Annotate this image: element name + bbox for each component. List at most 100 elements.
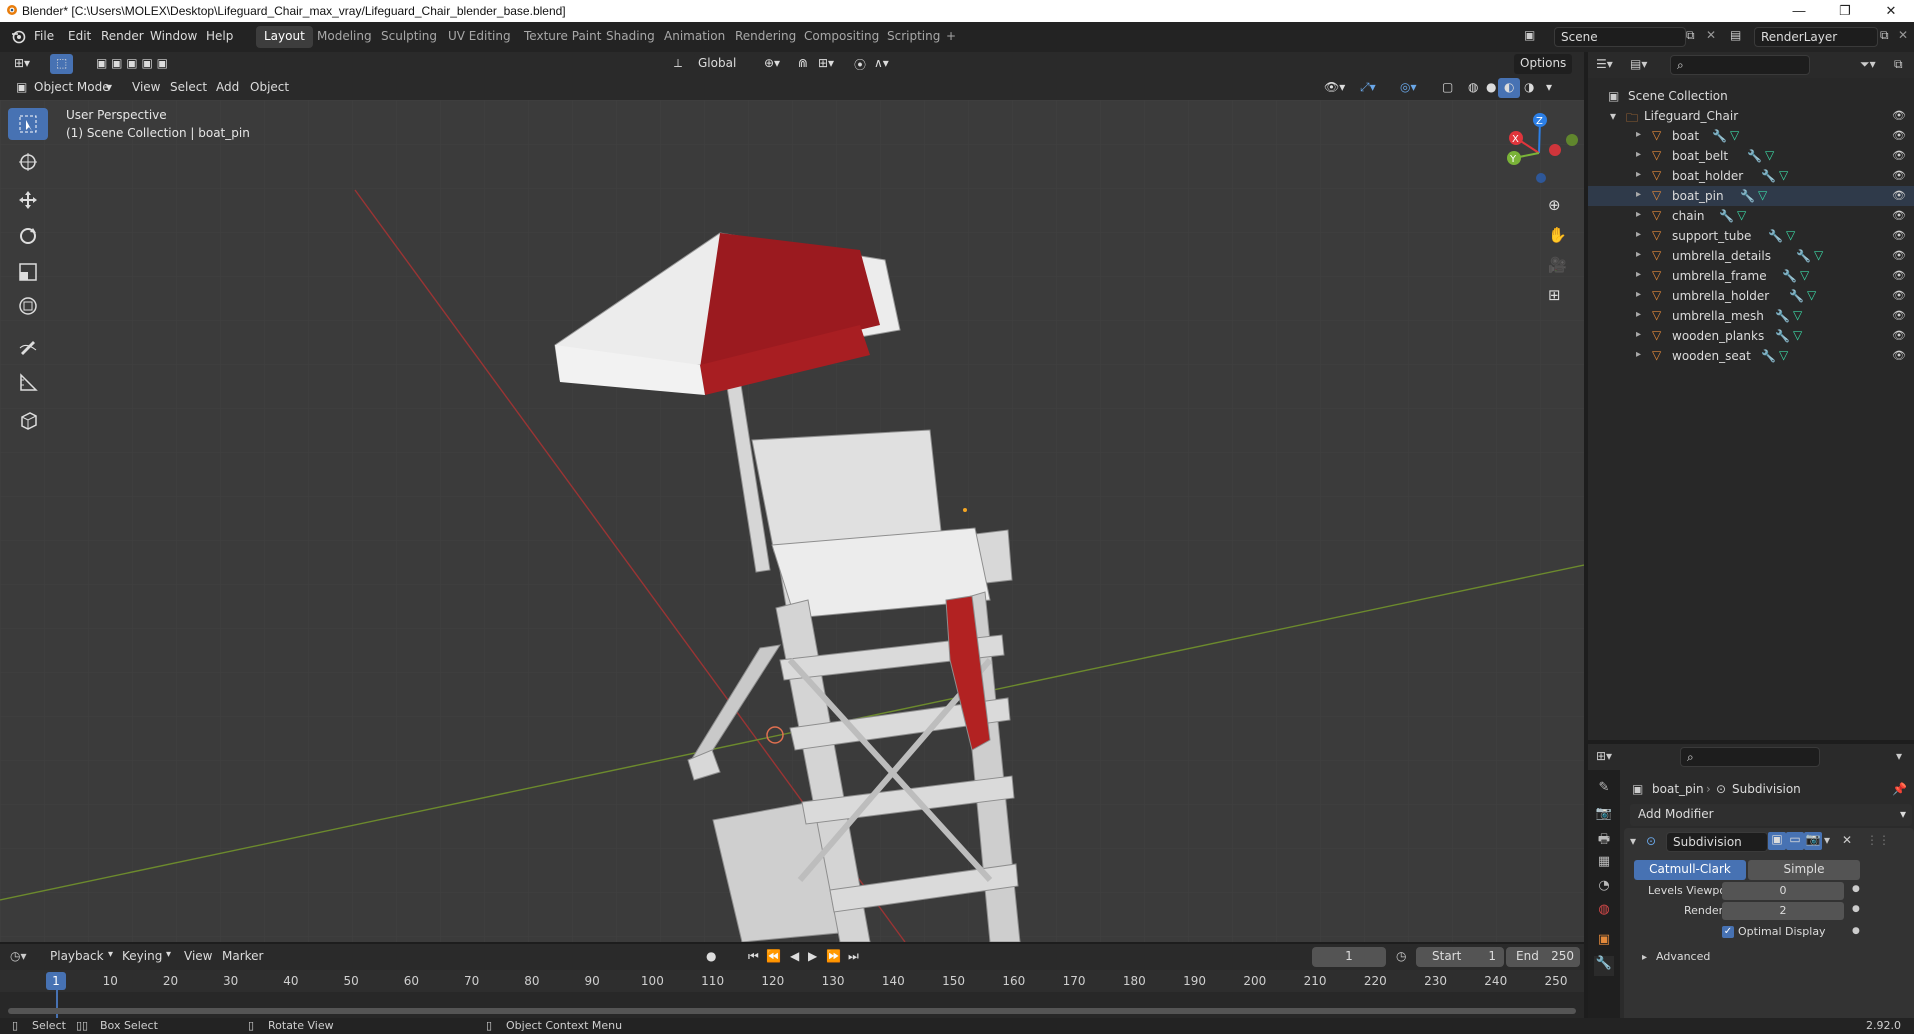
properties-options-icon[interactable]: ▾	[1896, 749, 1902, 763]
jump-end-icon[interactable]: ⏭	[848, 949, 859, 964]
maximize-button[interactable]: ❐	[1822, 0, 1868, 22]
modifier-wrench-icon[interactable]: 🔧	[1789, 289, 1804, 303]
timeline-menu-playback[interactable]: Playback	[50, 949, 104, 963]
outliner-new-collection-icon[interactable]: ⧉	[1894, 57, 1903, 72]
menu-help[interactable]: Help	[206, 29, 233, 43]
scene-tab-icon[interactable]: ◔	[1594, 878, 1614, 898]
expand-arrow-icon[interactable]: ▸	[1636, 269, 1641, 280]
expand-arrow-icon[interactable]: ▸	[1636, 209, 1641, 220]
pin-icon[interactable]: 📌	[1892, 782, 1907, 796]
tab-animation[interactable]: Animation	[656, 26, 733, 48]
render-layer-selector[interactable]: RenderLayer	[1754, 27, 1878, 47]
move-tool-icon[interactable]	[8, 184, 48, 216]
object-tab-icon[interactable]: ▣	[1594, 932, 1614, 952]
visibility-eye-icon[interactable]: 👁	[1892, 149, 1906, 162]
modifier-menu-icon[interactable]: ▾	[1824, 833, 1830, 847]
add-cube-tool-icon[interactable]	[8, 404, 48, 436]
visibility-eye-icon[interactable]: 👁	[1892, 229, 1906, 242]
expand-arrow-icon[interactable]: ▸	[1636, 329, 1641, 340]
shading-rendered-icon[interactable]: ◑	[1518, 78, 1540, 98]
outliner-object-row[interactable]: ▸ ▽ boat_pin 🔧 ▽ 👁	[1588, 186, 1914, 206]
start-frame-field[interactable]: Start 1	[1416, 947, 1504, 967]
outliner-object-row[interactable]: ▸ ▽ boat 🔧 ▽ 👁	[1588, 126, 1914, 146]
properties-editor-type-icon[interactable]: ⊞▾	[1596, 749, 1612, 763]
advanced-panel-label[interactable]: Advanced	[1656, 950, 1710, 963]
add-modifier-dropdown[interactable]: Add Modifier ▾	[1630, 804, 1912, 826]
xray-toggle-icon[interactable]: ▢	[1436, 78, 1459, 98]
expand-arrow-icon[interactable]: ▸	[1636, 229, 1641, 240]
outliner-display-mode-icon[interactable]: ▤▾	[1630, 57, 1647, 71]
falloff-icon[interactable]: ∧▾	[868, 54, 895, 74]
outliner-object-row[interactable]: ▸ ▽ umbrella_details 🔧 ▽ 👁	[1588, 246, 1914, 266]
expand-arrow-icon[interactable]: ▸	[1636, 249, 1641, 260]
collapse-arrow-icon[interactable]: ▾	[1630, 834, 1636, 848]
render-levels-keyframe-dot[interactable]: ●	[1852, 904, 1860, 914]
visibility-eye-icon[interactable]: 👁	[1892, 289, 1906, 302]
render-toggle-icon[interactable]: 📷	[1804, 832, 1822, 850]
visibility-eye-icon[interactable]: 👁	[1892, 189, 1906, 202]
expand-arrow-icon[interactable]: ▸	[1636, 129, 1641, 140]
modifier-wrench-icon[interactable]: 🔧	[1747, 149, 1762, 163]
current-frame-field[interactable]: 1	[1312, 947, 1386, 967]
visibility-eye-icon[interactable]: 👁	[1892, 209, 1906, 222]
optimal-display-keyframe-dot[interactable]: ●	[1852, 926, 1860, 936]
visibility-eye-icon[interactable]: 👁	[1892, 109, 1906, 122]
mesh-data-icon[interactable]: ▽	[1758, 188, 1767, 202]
select-box-tool-icon[interactable]	[8, 108, 48, 140]
outliner-object-row[interactable]: ▸ ▽ umbrella_holder 🔧 ▽ 👁	[1588, 286, 1914, 306]
options-menu[interactable]: Options	[1514, 54, 1573, 74]
jump-start-icon[interactable]: ⏮	[748, 949, 759, 964]
properties-search-input[interactable]: ⌕	[1680, 747, 1820, 767]
tab-shading[interactable]: Shading	[598, 26, 663, 48]
scale-tool-icon[interactable]	[8, 256, 48, 288]
timeline-menu-marker[interactable]: Marker	[222, 949, 263, 963]
mesh-data-icon[interactable]: ▽	[1793, 328, 1802, 342]
modifier-wrench-icon[interactable]: 🔧	[1761, 349, 1776, 363]
play-reverse-icon[interactable]: ◀	[790, 949, 799, 963]
remove-modifier-icon[interactable]: ✕	[1842, 833, 1852, 847]
tab-modeling[interactable]: Modeling	[309, 26, 380, 48]
modifier-wrench-icon[interactable]: 🔧	[1761, 169, 1776, 183]
tab-texture-paint[interactable]: Texture Paint	[516, 26, 609, 48]
pivot-point-icon[interactable]: ⊕▾	[758, 54, 786, 74]
mesh-data-icon[interactable]: ▽	[1737, 208, 1746, 222]
timeline-scrollbar[interactable]	[8, 1008, 1576, 1014]
record-keyframe-icon[interactable]: ●	[706, 949, 716, 963]
modifier-tab-icon[interactable]: 🔧	[1594, 956, 1614, 976]
expand-arrow-icon[interactable]: ▸	[1636, 169, 1641, 180]
world-tab-icon[interactable]: ◍	[1594, 902, 1614, 922]
preview-range-icon[interactable]: ◷	[1396, 949, 1406, 963]
expand-arrow-icon[interactable]: ▸	[1636, 309, 1641, 320]
blender-menu-icon[interactable]	[10, 29, 26, 45]
menu-view[interactable]: View	[126, 78, 166, 98]
modifier-wrench-icon[interactable]: 🔧	[1796, 249, 1811, 263]
modifier-wrench-icon[interactable]: 🔧	[1768, 229, 1783, 243]
outliner-object-row[interactable]: ▸ ▽ boat_belt 🔧 ▽ 👁	[1588, 146, 1914, 166]
select-mode-icons[interactable]: ▣ ▣ ▣ ▣ ▣	[90, 54, 174, 74]
modifier-wrench-icon[interactable]: 🔧	[1740, 189, 1755, 203]
prev-keyframe-icon[interactable]: ⏪	[766, 949, 781, 963]
optimal-display-checkbox[interactable]: ✓	[1722, 926, 1734, 938]
zoom-icon[interactable]: ⊕	[1548, 196, 1561, 214]
simple-button[interactable]: Simple	[1748, 860, 1860, 880]
advanced-expand-arrow-icon[interactable]: ▸	[1642, 952, 1647, 963]
modifier-name-input[interactable]: Subdivision	[1666, 832, 1768, 852]
mesh-data-icon[interactable]: ▽	[1765, 148, 1774, 162]
visibility-eye-icon[interactable]: 👁	[1892, 129, 1906, 142]
menu-window[interactable]: Window	[150, 29, 197, 43]
cursor-tool-icon[interactable]	[8, 146, 48, 178]
tab-sculpting[interactable]: Sculpting	[373, 26, 445, 48]
outliner-editor-type-icon[interactable]: ☰▾	[1596, 57, 1613, 71]
minimize-button[interactable]: —	[1776, 0, 1822, 22]
mesh-data-icon[interactable]: ▽	[1814, 248, 1823, 262]
mode-dropdown-icon[interactable]: ▾	[100, 78, 118, 98]
modifier-wrench-icon[interactable]: 🔧	[1775, 329, 1790, 343]
outliner-filter-icon[interactable]: ⏷▾	[1860, 57, 1876, 72]
modifier-wrench-icon[interactable]: 🔧	[1719, 209, 1734, 223]
outliner-collection-row[interactable]: ▾ 🗀 Lifeguard_Chair 👁	[1588, 106, 1914, 126]
edit-mode-toggle-icon[interactable]: ▣	[1768, 832, 1786, 850]
render-layer-remove-icon[interactable]: ✕	[1898, 28, 1908, 42]
mesh-data-icon[interactable]: ▽	[1807, 288, 1816, 302]
outliner-object-row[interactable]: ▸ ▽ chain 🔧 ▽ 👁	[1588, 206, 1914, 226]
play-icon[interactable]: ▶	[808, 949, 817, 963]
